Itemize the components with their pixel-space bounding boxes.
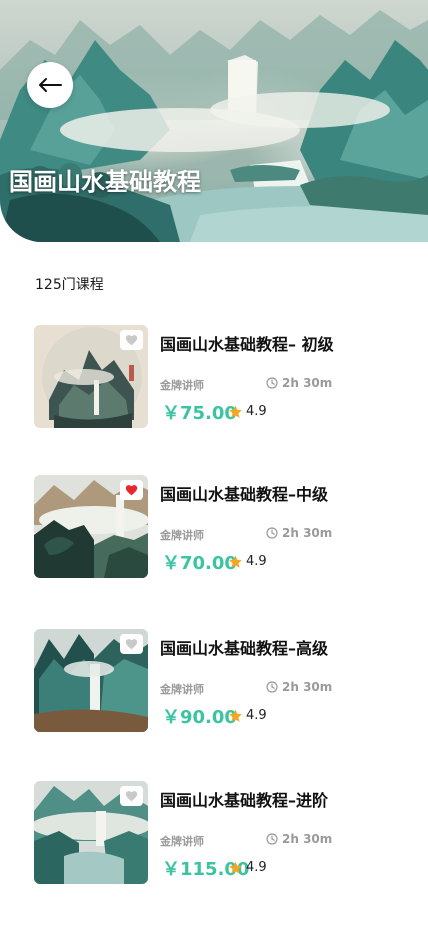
teacher-label: 金牌讲师 [160, 683, 204, 696]
course-card-intermediate[interactable]: 国画山水基础教程–中级 金牌讲师 2h 30m ￥70.00 4.9 [34, 475, 414, 579]
heart-icon [125, 791, 138, 802]
duration: 2h 30m [266, 832, 332, 846]
duration: 2h 30m [266, 376, 332, 390]
teacher-label: 金牌讲师 [160, 529, 204, 542]
clock-icon [266, 833, 278, 845]
course-title: 国画山水基础教程–高级 [160, 639, 329, 658]
back-button[interactable] [27, 62, 73, 108]
clock-icon [266, 527, 278, 539]
hero-banner: 国画山水基础教程 [0, 0, 428, 242]
star-icon [229, 405, 242, 418]
course-title: 国画山水基础教程–中级 [160, 485, 329, 504]
star-icon [229, 861, 242, 874]
rating-value: 4.9 [246, 708, 267, 723]
duration-text: 2h 30m [282, 832, 333, 846]
clock-icon [266, 681, 278, 693]
heart-icon [125, 335, 138, 346]
favorite-button[interactable] [120, 330, 143, 350]
course-title: 国画山水基础教程– 初级 [160, 335, 334, 354]
rating-value: 4.9 [246, 554, 267, 569]
duration-text: 2h 30m [282, 526, 333, 540]
star-icon [229, 555, 242, 568]
favorite-button[interactable] [120, 480, 143, 500]
course-rating: 4.9 [228, 404, 267, 419]
favorite-button[interactable] [120, 786, 143, 806]
duration: 2h 30m [266, 680, 332, 694]
course-rating: 4.9 [228, 708, 267, 723]
teacher-label: 金牌讲师 [160, 379, 204, 392]
course-price: ￥70.00 [162, 553, 237, 574]
course-price: ￥90.00 [162, 707, 237, 728]
course-title: 国画山水基础教程–进阶 [160, 791, 329, 810]
course-list-page: 国画山水基础教程 125门课程 国画山水基础教程– 初级 金牌讲师 2h 30m… [0, 0, 428, 926]
landscape-painting-image [0, 10, 428, 242]
favorite-button[interactable] [120, 634, 143, 654]
rating-value: 4.9 [246, 404, 267, 419]
course-rating: 4.9 [228, 554, 267, 569]
teacher-label: 金牌讲师 [160, 835, 204, 848]
heart-icon [125, 485, 138, 496]
duration-text: 2h 30m [282, 376, 333, 390]
clock-icon [266, 377, 278, 389]
arrow-left-icon [39, 78, 62, 92]
course-card-progressive[interactable]: 国画山水基础教程–进阶 金牌讲师 2h 30m ￥115.00 4.9 [34, 781, 414, 885]
heart-icon [125, 639, 138, 650]
course-card-advanced[interactable]: 国画山水基础教程–高级 金牌讲师 2h 30m ￥90.00 4.9 [34, 629, 414, 733]
star-icon [229, 709, 242, 722]
duration-text: 2h 30m [282, 680, 333, 694]
course-count: 125门课程 [35, 277, 104, 293]
course-card-basic[interactable]: 国画山水基础教程– 初级 金牌讲师 2h 30m ￥75.00 4.9 [34, 325, 414, 429]
page-title: 国画山水基础教程 [9, 168, 201, 196]
rating-value: 4.9 [246, 860, 267, 875]
course-price: ￥75.00 [162, 403, 237, 424]
course-rating: 4.9 [228, 860, 267, 875]
duration: 2h 30m [266, 526, 332, 540]
